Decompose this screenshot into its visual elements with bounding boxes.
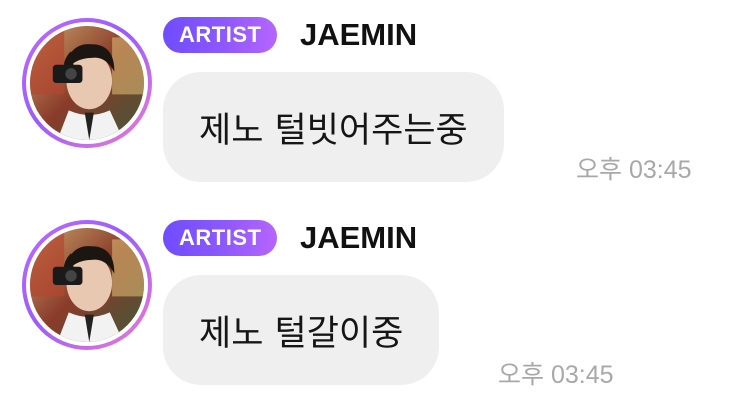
message-bubble[interactable]: 제노 털빗어주는중 xyxy=(163,72,504,182)
profile-photo-icon xyxy=(30,228,144,342)
message-timestamp: 오후 03:45 xyxy=(576,156,692,184)
artist-badge: ARTIST xyxy=(163,220,278,256)
chat-thread: ARTIST JAEMIN 제노 털빗어주는중 오후 03:45 ARTIST … xyxy=(0,0,742,415)
message-timestamp: 오후 03:45 xyxy=(498,361,614,389)
avatar[interactable] xyxy=(22,18,152,148)
chat-message: ARTIST JAEMIN 제노 털빗어주는중 오후 03:45 xyxy=(0,0,742,200)
artist-badge: ARTIST xyxy=(163,17,278,53)
profile-photo-icon xyxy=(30,26,144,140)
message-text: 제노 털빗어주는중 xyxy=(199,110,468,151)
message-text: 제노 털갈이중 xyxy=(199,313,404,354)
sender-name: JAEMIN xyxy=(300,220,418,255)
message-bubble[interactable]: 제노 털갈이중 xyxy=(163,275,440,385)
chat-message: ARTIST JAEMIN 제노 털갈이중 오후 03:45 xyxy=(0,200,742,415)
avatar[interactable] xyxy=(22,220,152,350)
sender-name: JAEMIN xyxy=(300,17,418,52)
